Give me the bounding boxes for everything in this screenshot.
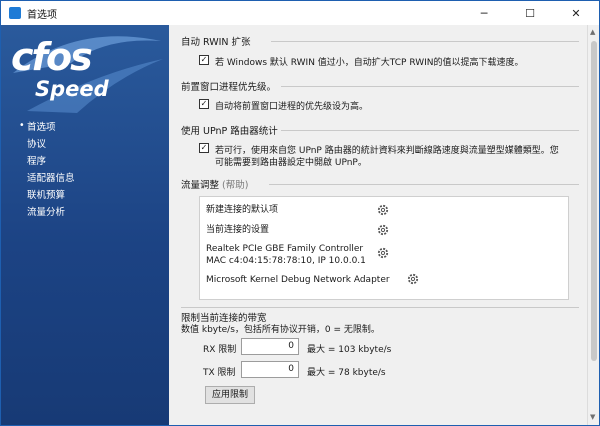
gear-icon[interactable] <box>376 246 390 260</box>
scroll-down-icon[interactable]: ▼ <box>590 413 598 421</box>
foreground-section-title: 前置窗口进程优先级。 <box>181 82 277 93</box>
title-bar: 首选项 ─ ☐ ✕ <box>1 1 599 25</box>
sidebar-item-adapter-info[interactable]: 适配器信息 <box>19 168 75 185</box>
sidebar-item-traffic-analysis[interactable]: 流量分析 <box>19 202 75 219</box>
list-item[interactable]: 新建连接的默认项 <box>206 205 278 216</box>
upnp-section-title: 使用 UPnP 路由器统计 <box>181 126 278 137</box>
preferences-window: 首选项 ─ ☐ ✕ cfos Speed • 首选项 协议 程序 适配器信息 联机… <box>0 0 600 426</box>
sidebar-item-protocols[interactable]: 协议 <box>19 134 75 151</box>
sidebar-item-label: 首选项 <box>27 121 56 133</box>
section-divider <box>181 307 579 308</box>
gear-icon[interactable] <box>406 272 420 286</box>
checkmark-icon: ✓ <box>200 99 208 108</box>
maximize-button[interactable]: ☐ <box>507 1 553 25</box>
rwin-checkbox-label: 若 Windows 默认 RWIN 值过小，自动扩大TCP RWIN的值以提高下… <box>215 58 524 68</box>
sidebar-nav: • 首选项 协议 程序 适配器信息 联机预算 流量分析 <box>19 117 75 219</box>
apply-limit-button[interactable]: 应用限制 <box>205 386 256 404</box>
section-divider <box>281 86 579 87</box>
close-button[interactable]: ✕ <box>553 1 599 25</box>
sidebar-item-label: 流量分析 <box>27 206 66 218</box>
rx-limit-label: RX 限制 <box>203 345 237 355</box>
sidebar-item-label: 适配器信息 <box>27 172 75 184</box>
tx-limit-input[interactable]: 0 <box>241 361 299 378</box>
list-item[interactable]: Microsoft Kernel Debug Network Adapter <box>206 275 390 286</box>
preferences-content: 自动 RWIN 扩张 ✓ 若 Windows 默认 RWIN 值过小，自动扩大T… <box>169 25 587 425</box>
sidebar: cfos Speed • 首选项 协议 程序 适配器信息 联机预算 流量分析 <box>1 25 169 425</box>
section-divider <box>281 130 579 131</box>
foreground-checkbox-label: 自动将前置窗口进程的优先级设为高。 <box>215 102 369 112</box>
rx-max-text: 最大 = 103 kbyte/s <box>307 345 392 355</box>
traffic-section-title-text: 流量调整 <box>181 180 220 191</box>
help-link[interactable]: (帮助) <box>222 177 248 191</box>
app-icon <box>9 7 21 19</box>
sidebar-item-programs[interactable]: 程序 <box>19 151 75 168</box>
traffic-section-title: 流量调整 (帮助) <box>181 177 248 191</box>
minimize-button[interactable]: ─ <box>461 1 507 25</box>
logo-text-cfos: cfos <box>11 35 93 79</box>
upnp-checkbox[interactable]: ✓ <box>199 143 209 153</box>
active-bullet-icon: • <box>19 120 25 131</box>
window-controls: ─ ☐ ✕ <box>461 1 599 25</box>
scrollbar-thumb[interactable] <box>591 41 597 361</box>
gear-icon[interactable] <box>376 203 390 217</box>
sidebar-item-label: 程序 <box>27 155 47 167</box>
traffic-connections-list[interactable]: 新建连接的默认项 当前连接的设置 Realtek PCIe GBE Family… <box>199 196 569 300</box>
rwin-checkbox[interactable]: ✓ <box>199 55 209 65</box>
tx-max-text: 最大 = 78 kbyte/s <box>307 368 386 378</box>
logo-text-speed: Speed <box>35 77 109 101</box>
sidebar-item-online-budget[interactable]: 联机预算 <box>19 185 75 202</box>
upnp-checkbox-label-line2: 可能需要到路由器設定中開啟 UPnP。 <box>215 158 367 168</box>
scroll-up-icon[interactable]: ▲ <box>590 28 598 36</box>
sidebar-item-label: 协议 <box>27 138 47 150</box>
sidebar-item-preferences[interactable]: • 首选项 <box>19 117 75 134</box>
foreground-checkbox[interactable]: ✓ <box>199 99 209 109</box>
sidebar-item-label: 联机预算 <box>27 189 66 201</box>
gear-icon[interactable] <box>376 223 390 237</box>
checkmark-icon: ✓ <box>200 55 208 64</box>
section-divider <box>271 41 579 42</box>
checkmark-icon: ✓ <box>200 143 208 152</box>
rwin-section-title: 自动 RWIN 扩张 <box>181 37 251 48</box>
cfos-speed-logo: cfos Speed <box>7 33 163 117</box>
list-item-detail: MAC c4:04:15:78:78:10, IP 10.0.0.1 <box>206 256 366 266</box>
content-scrollbar[interactable]: ▲ ▼ <box>587 25 599 425</box>
section-divider <box>269 184 579 185</box>
list-item[interactable]: Realtek PCIe GBE Family Controller <box>206 244 363 255</box>
tx-limit-label: TX 限制 <box>203 368 236 378</box>
window-title: 首选项 <box>27 9 57 21</box>
rx-limit-input[interactable]: 0 <box>241 338 299 355</box>
list-item[interactable]: 当前连接的设置 <box>206 225 269 236</box>
bandwidth-description: 数值 kbyte/s，包括所有协议开销，0 = 无限制。 <box>181 325 380 335</box>
